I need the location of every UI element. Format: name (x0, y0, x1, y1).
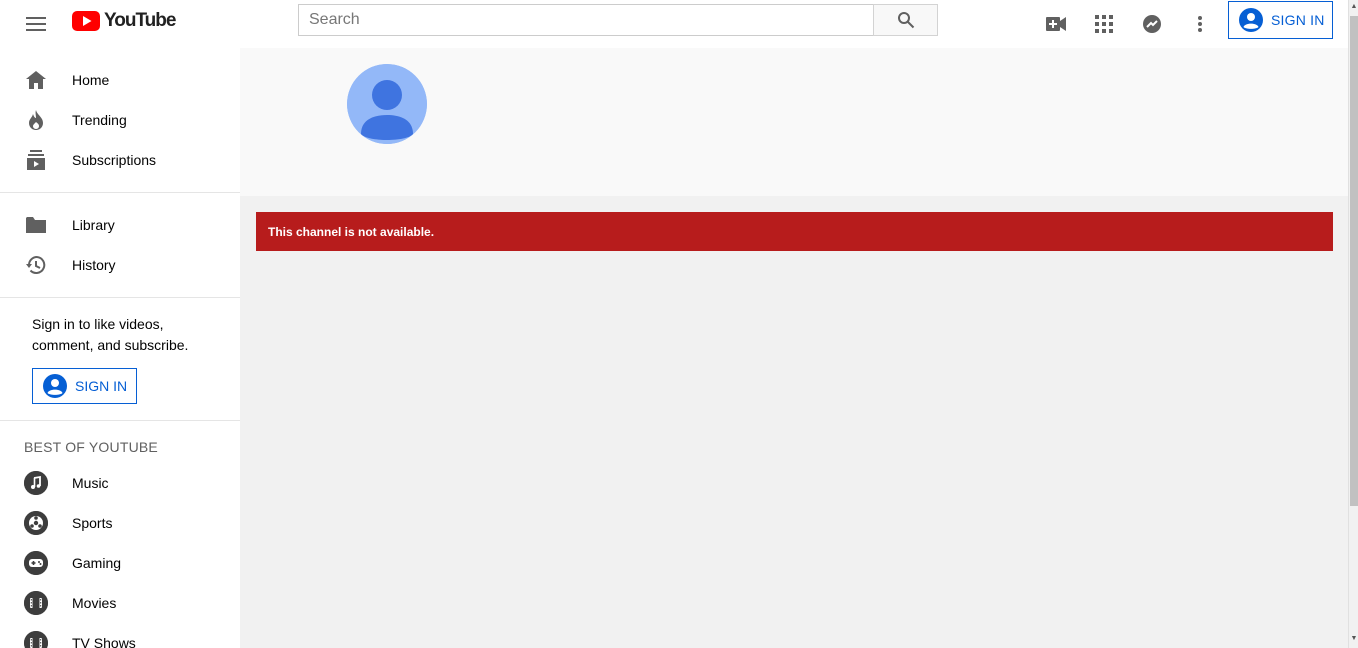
music-icon (24, 471, 48, 495)
masthead: YouTube Search SIGN IN (0, 0, 1348, 48)
scroll-up-arrow-icon[interactable]: ▲ (1350, 2, 1358, 12)
best-of-youtube-heading: BEST OF YOUTUBE (24, 439, 158, 455)
sidebar-sign-in-button[interactable]: SIGN IN (32, 368, 137, 404)
tv-shows-icon (24, 631, 48, 648)
sidebar-item-label: Library (72, 217, 115, 233)
sidebar-secondary-section: Library History (0, 193, 240, 297)
menu-button[interactable] (20, 8, 52, 40)
sidebar-item-gaming[interactable]: Gaming (0, 543, 240, 583)
best-of-youtube-section: Music Sports Gaming Movies TV Shows (0, 463, 240, 648)
home-icon (24, 68, 48, 92)
sidebar-item-label: Trending (72, 112, 127, 128)
video-camera-add-icon (1046, 17, 1066, 31)
sidebar-item-tv-shows[interactable]: TV Shows (0, 623, 240, 648)
logo-text: YouTube (104, 10, 176, 31)
apps-grid-icon (1095, 15, 1113, 33)
scrollbar-thumb[interactable] (1350, 16, 1358, 506)
sidebar-item-home[interactable]: Home (0, 60, 240, 100)
sidebar-item-music[interactable]: Music (0, 463, 240, 503)
history-icon (24, 253, 48, 277)
channel-unavailable-alert: This channel is not available. (256, 212, 1333, 251)
sidebar-item-history[interactable]: History (0, 245, 240, 285)
sidebar: Home Trending Subscriptions Library Hist… (0, 48, 240, 648)
sidebar-item-label: Music (72, 475, 109, 491)
search-button[interactable] (873, 4, 938, 36)
sign-in-label: SIGN IN (75, 378, 128, 394)
account-icon (1239, 8, 1263, 32)
flame-icon (24, 108, 48, 132)
sign-in-button[interactable]: SIGN IN (1228, 1, 1333, 39)
sidebar-primary-section: Home Trending Subscriptions (0, 48, 240, 192)
sign-in-promo: Sign in to like videos, comment, and sub… (0, 298, 240, 420)
page-scrollbar[interactable]: ▲ ▼ (1348, 0, 1358, 648)
messages-icon (1143, 15, 1161, 33)
search-input[interactable] (309, 11, 874, 29)
youtube-logo[interactable]: YouTube (72, 10, 176, 32)
sidebar-item-label: Movies (72, 595, 117, 611)
channel-avatar (347, 64, 427, 144)
channel-header (240, 48, 1348, 196)
messages-button[interactable] (1136, 8, 1168, 40)
sidebar-item-trending[interactable]: Trending (0, 100, 240, 140)
subscriptions-icon (24, 148, 48, 172)
sign-in-label: SIGN IN (1271, 12, 1325, 28)
sports-icon (24, 511, 48, 535)
search-icon (897, 12, 914, 29)
account-icon (43, 374, 67, 398)
sidebar-item-label: History (72, 257, 116, 273)
sidebar-item-label: Subscriptions (72, 152, 157, 168)
error-message: This channel is not available. (268, 224, 435, 239)
movies-icon (24, 591, 48, 615)
sidebar-item-subscriptions[interactable]: Subscriptions (0, 140, 240, 180)
sign-in-promo-text: Sign in to like videos, comment, and sub… (32, 316, 189, 353)
youtube-play-icon (72, 11, 100, 31)
main-content: This channel is not available. (240, 48, 1348, 648)
sidebar-item-label: Gaming (72, 555, 122, 571)
more-vertical-icon (1198, 16, 1202, 32)
more-options-button[interactable] (1184, 8, 1216, 40)
sidebar-item-label: Home (72, 72, 110, 88)
scroll-down-arrow-icon[interactable]: ▼ (1350, 634, 1358, 644)
search-box (298, 4, 874, 36)
gaming-icon (24, 551, 48, 575)
default-avatar-icon (347, 64, 427, 144)
hamburger-icon (26, 17, 46, 31)
create-video-button[interactable] (1040, 8, 1072, 40)
sidebar-item-label: TV Shows (72, 635, 136, 648)
folder-icon (24, 213, 48, 237)
sidebar-item-label: Sports (72, 515, 113, 531)
sidebar-item-library[interactable]: Library (0, 205, 240, 245)
sidebar-item-movies[interactable]: Movies (0, 583, 240, 623)
sidebar-item-sports[interactable]: Sports (0, 503, 240, 543)
apps-button[interactable] (1088, 8, 1120, 40)
